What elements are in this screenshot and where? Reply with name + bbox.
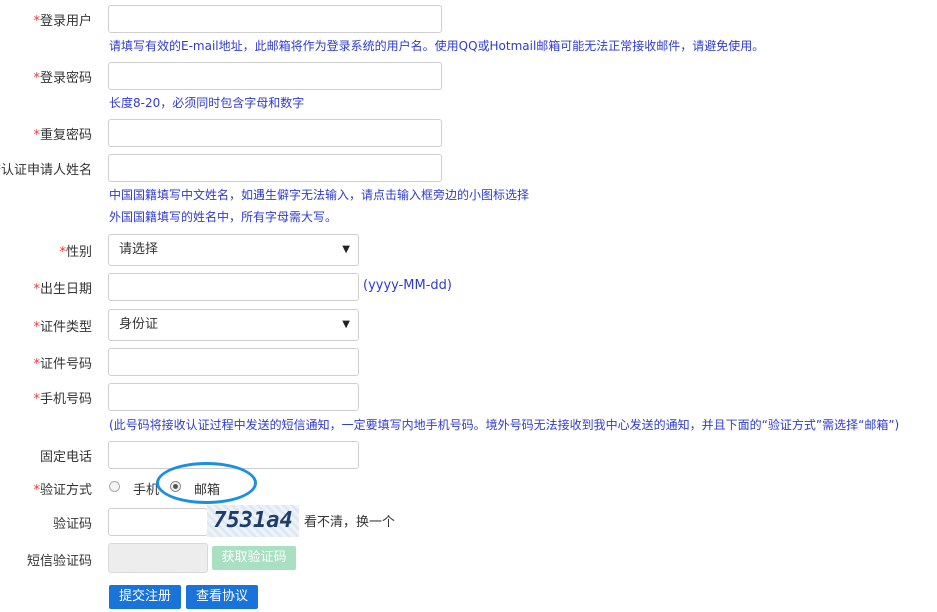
id-number-label: *证件号码 xyxy=(33,357,92,372)
password-hint: 长度8-20，必须同时包含字母和数字 xyxy=(109,96,305,110)
password-input[interactable] xyxy=(108,62,442,90)
gender-selected-value: 请选择 xyxy=(119,242,159,257)
gender-label: *性别 xyxy=(59,245,92,260)
id-type-label: *证件类型 xyxy=(33,320,92,335)
birthdate-format-hint: (yyyy-MM-dd) xyxy=(363,278,453,293)
gender-select[interactable]: 请选择 ▼ xyxy=(108,234,359,266)
dropdown-arrow-icon: ▼ xyxy=(342,319,350,330)
dropdown-arrow-icon: ▼ xyxy=(342,244,350,255)
password-label: *登录密码 xyxy=(33,71,92,86)
birthdate-input[interactable] xyxy=(108,273,359,301)
agreement-button[interactable]: 查看协议 xyxy=(186,585,258,609)
applicant-name-hint-2: 外国国籍填写的姓名中，所有字母需大写。 xyxy=(109,210,338,224)
sms-code-label: 短信验证码 xyxy=(26,554,92,569)
mobile-hint: (此号码将接收认证过程中发送的短信通知，一定要填写内地手机号码。境外号码无法接收… xyxy=(109,418,900,432)
mobile-input[interactable] xyxy=(108,383,359,411)
username-label: *登录用户 xyxy=(33,14,92,29)
birthdate-label: *出生日期 xyxy=(33,282,92,297)
username-input[interactable] xyxy=(108,5,442,33)
captcha-image[interactable]: 7531a4 xyxy=(207,505,299,537)
mobile-label: *手机号码 xyxy=(33,392,92,407)
sms-code-input[interactable] xyxy=(108,543,208,573)
get-sms-code-button[interactable]: 获取验证码 xyxy=(212,546,296,570)
applicant-name-hint-1: 中国国籍填写中文姓名，如遇生僻字无法输入，请点击输入框旁边的小图标选择 xyxy=(109,188,530,202)
verify-method-label: *验证方式 xyxy=(33,483,92,498)
landline-label: 固定电话 xyxy=(39,450,92,465)
captcha-input[interactable] xyxy=(108,508,208,536)
applicant-name-input[interactable] xyxy=(108,154,442,182)
submit-button[interactable]: 提交注册 xyxy=(109,585,181,609)
id-type-selected-value: 身份证 xyxy=(119,317,159,332)
username-hint: 请填写有效的E-mail地址，此邮箱将作为登录系统的用户名。使用QQ或Hotma… xyxy=(109,39,765,53)
captcha-refresh-link[interactable]: 看不清，换一个 xyxy=(304,511,395,530)
verify-phone-radio[interactable] xyxy=(109,481,120,492)
highlight-circle xyxy=(156,462,257,504)
captcha-label: 验证码 xyxy=(52,517,92,532)
id-number-input[interactable] xyxy=(108,348,359,376)
password-confirm-label: *重复密码 xyxy=(33,128,92,143)
id-type-select[interactable]: 身份证 ▼ xyxy=(108,309,359,341)
password-confirm-input[interactable] xyxy=(108,119,442,147)
applicant-name-label: *认证申请人姓名 xyxy=(0,163,92,178)
